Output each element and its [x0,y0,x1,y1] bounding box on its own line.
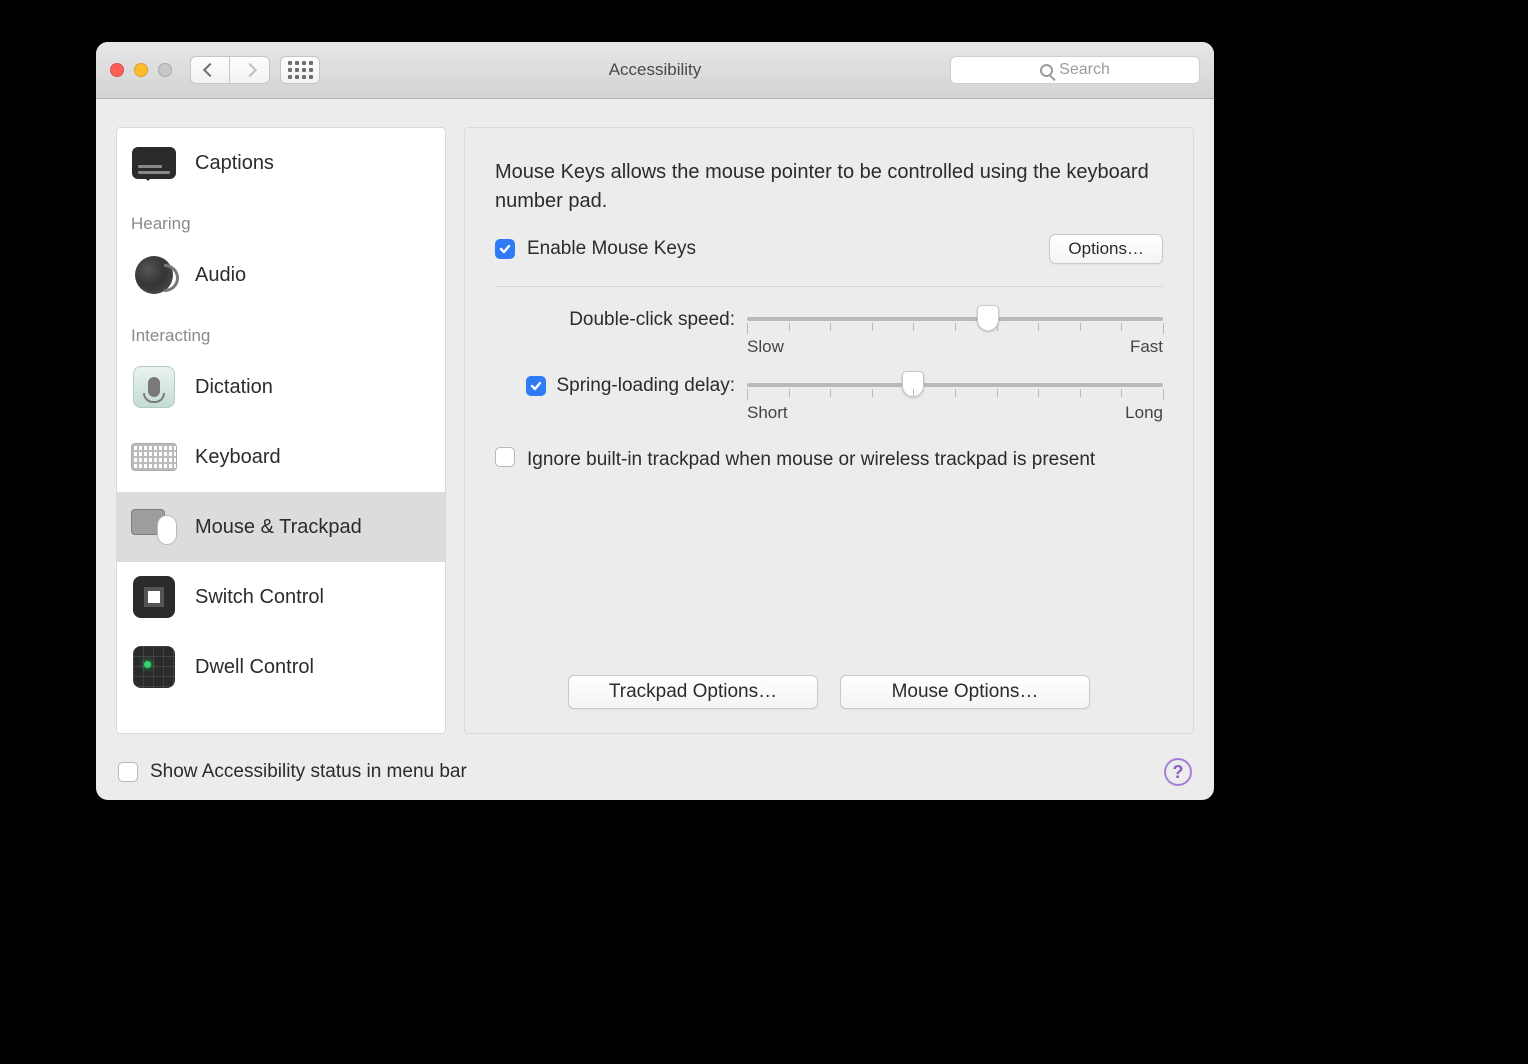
chevron-right-icon [242,63,256,77]
sidebar-item-dictation[interactable]: Dictation [117,352,445,422]
sidebar-item-captions[interactable]: Captions [117,128,445,198]
slider-track [747,317,1163,321]
mouse-keys-description: Mouse Keys allows the mouse pointer to b… [495,158,1163,216]
dictation-icon [131,364,177,410]
spring-loading-delay-slider[interactable]: Short Long [747,375,1163,423]
options-button-row: Trackpad Options… Mouse Options… [495,645,1163,709]
accessibility-window: Accessibility Search Captions Hearing Au… [96,42,1214,800]
sidebar-item-mouse-trackpad[interactable]: Mouse & Trackpad [117,492,445,562]
window-toolbar: Accessibility Search [96,42,1214,99]
keyboard-icon [131,434,177,480]
zoom-window-button[interactable] [158,63,172,77]
double-click-speed-row: Double-click speed: Slow Fast [495,309,1163,357]
nav-buttons [190,56,270,84]
slider-end-labels: Slow Fast [747,337,1163,357]
show-status-checkbox[interactable] [118,762,138,782]
checkmark-icon [529,379,543,393]
ignore-trackpad-checkbox[interactable] [495,447,515,467]
mouse-keys-options-button[interactable]: Options… [1049,234,1163,264]
slider-track [747,383,1163,387]
traffic-lights [110,63,172,77]
checkmark-icon [498,242,512,256]
ignore-trackpad-label: Ignore built-in trackpad when mouse or w… [527,447,1095,474]
show-all-button[interactable] [280,56,320,84]
slider-min-label: Slow [747,337,784,357]
help-button[interactable]: ? [1164,758,1192,786]
sidebar-item-dwell-control[interactable]: Dwell Control [117,632,445,702]
search-field[interactable]: Search [950,56,1200,84]
sidebar-item-label: Dwell Control [195,656,314,679]
spring-loading-delay-row: Spring-loading delay: Short Long [495,375,1163,423]
mouse-options-button[interactable]: Mouse Options… [840,675,1090,709]
audio-icon [131,252,177,298]
slider-max-label: Fast [1130,337,1163,357]
spring-loading-checkbox[interactable] [526,376,546,396]
sidebar-section-hearing: Hearing [117,198,445,240]
window-footer: Show Accessibility status in menu bar ? [96,744,1214,800]
slider-min-label: Short [747,403,788,423]
close-window-button[interactable] [110,63,124,77]
slider-ticks [747,323,1163,333]
spring-loading-delay-label-wrap: Spring-loading delay: [495,375,735,397]
dwell-control-icon [131,644,177,690]
slider-max-label: Long [1125,403,1163,423]
sidebar-item-label: Audio [195,264,246,287]
window-body: Captions Hearing Audio Interacting Dicta… [96,99,1214,744]
mouse-trackpad-icon [131,504,177,550]
slider-ticks [747,389,1163,399]
sidebar-item-keyboard[interactable]: Keyboard [117,422,445,492]
double-click-speed-label: Double-click speed: [495,309,735,331]
sidebar-item-label: Mouse & Trackpad [195,516,362,539]
search-placeholder: Search [1059,61,1110,79]
enable-mouse-keys-label: Enable Mouse Keys [527,238,1037,260]
spring-loading-delay-label: Spring-loading delay: [556,375,735,397]
chevron-left-icon [203,63,217,77]
switch-control-icon [131,574,177,620]
sidebar-item-audio[interactable]: Audio [117,240,445,310]
slider-end-labels: Short Long [747,403,1163,423]
sidebar-item-switch-control[interactable]: Switch Control [117,562,445,632]
sidebar-item-label: Dictation [195,376,273,399]
separator [495,286,1163,287]
double-click-speed-slider[interactable]: Slow Fast [747,309,1163,357]
trackpad-options-button[interactable]: Trackpad Options… [568,675,818,709]
grid-icon [288,61,313,79]
ignore-trackpad-row: Ignore built-in trackpad when mouse or w… [495,447,1163,474]
forward-button[interactable] [230,56,270,84]
sidebar-section-interacting: Interacting [117,310,445,352]
sidebar-item-label: Switch Control [195,586,324,609]
captions-icon [131,140,177,186]
settings-panel: Mouse Keys allows the mouse pointer to b… [464,127,1194,734]
back-button[interactable] [190,56,230,84]
minimize-window-button[interactable] [134,63,148,77]
enable-mouse-keys-row: Enable Mouse Keys Options… [495,234,1163,264]
search-icon [1040,64,1053,77]
show-status-label: Show Accessibility status in menu bar [150,761,467,783]
category-list[interactable]: Captions Hearing Audio Interacting Dicta… [116,127,446,734]
question-mark-icon: ? [1173,762,1184,783]
enable-mouse-keys-checkbox[interactable] [495,239,515,259]
sidebar-item-label: Keyboard [195,446,281,469]
sidebar-item-label: Captions [195,152,274,175]
